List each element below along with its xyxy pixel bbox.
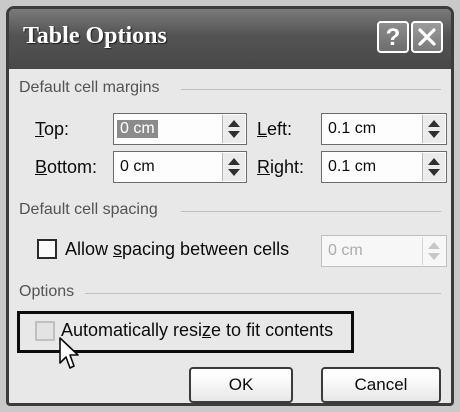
spacing-section-label: Default cell spacing — [19, 201, 158, 218]
spinner-arrows-icon[interactable] — [222, 153, 245, 181]
spinner-arrows-icon — [422, 237, 445, 265]
spacing-spinner: 0 cm — [321, 235, 447, 267]
right-margin-label: Right: — [257, 157, 305, 177]
bottom-margin-value[interactable]: 0 cm — [120, 158, 155, 176]
top-margin-label: Top: — [35, 119, 70, 139]
allow-spacing-label[interactable]: Allow spacing between cells — [65, 239, 289, 260]
bottom-margin-label: Bottom: — [35, 157, 98, 177]
spinner-arrows-icon[interactable] — [222, 115, 245, 143]
bottom-margin-spinner[interactable]: 0 cm — [113, 151, 247, 183]
right-margin-spinner[interactable]: 0.1 cm — [321, 151, 447, 183]
auto-resize-checkbox[interactable] — [35, 321, 55, 341]
margins-divider — [181, 89, 441, 90]
margins-section-label: Default cell margins — [19, 79, 160, 96]
left-margin-label: Left: — [257, 119, 293, 139]
mouse-pointer-icon — [59, 337, 79, 369]
left-margin-value[interactable]: 0.1 cm — [328, 120, 376, 138]
options-divider — [85, 293, 441, 294]
close-button[interactable] — [411, 21, 443, 53]
right-margin-value[interactable]: 0.1 cm — [328, 158, 376, 176]
top-margin-spinner[interactable]: 0 cm — [113, 113, 247, 145]
ok-button[interactable]: OK — [189, 367, 293, 403]
dialog-title: Table Options — [23, 23, 167, 49]
options-section-label: Options — [19, 283, 75, 300]
allow-spacing-checkbox[interactable] — [37, 239, 57, 259]
spinner-arrows-icon[interactable] — [422, 115, 445, 143]
auto-resize-label[interactable]: Automatically resize to fit contents — [61, 320, 333, 341]
title-bar[interactable]: Table Options ? — [9, 9, 451, 69]
spacing-divider — [181, 211, 441, 212]
close-x-icon — [418, 28, 436, 46]
table-options-dialog: Table Options ? Default cell margins Top… — [6, 6, 454, 406]
help-button[interactable]: ? — [377, 21, 409, 53]
top-margin-value[interactable]: 0 cm — [117, 120, 158, 138]
cancel-button[interactable]: Cancel — [321, 367, 441, 403]
spinner-arrows-icon[interactable] — [422, 153, 445, 181]
left-margin-spinner[interactable]: 0.1 cm — [321, 113, 447, 145]
help-icon: ? — [385, 24, 401, 51]
spacing-value: 0 cm — [328, 242, 363, 259]
